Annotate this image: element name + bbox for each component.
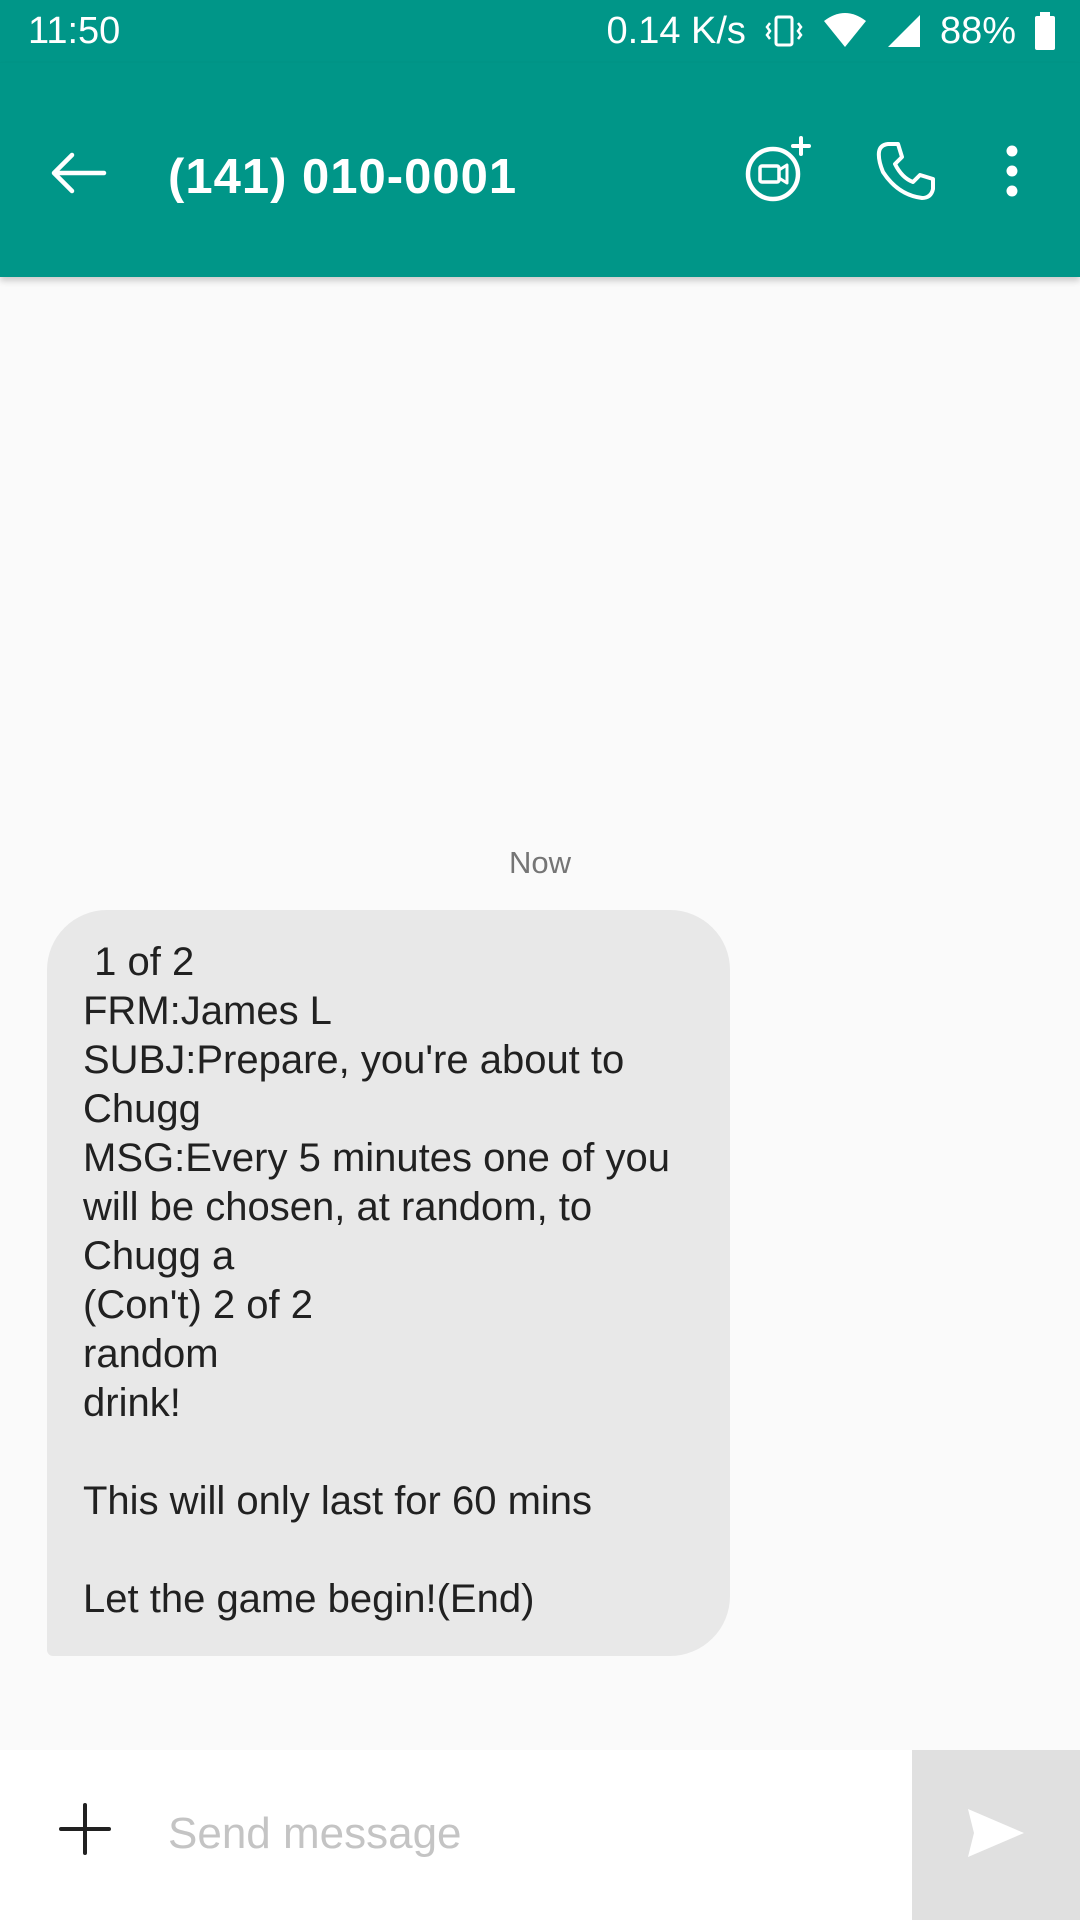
status-indicators: 0.14 K/s 88% [607,8,1056,54]
network-speed: 0.14 K/s [606,9,746,52]
incoming-message-bubble[interactable]: 1 of 2 FRM:James L SUBJ:Prepare, you're … [47,910,730,1656]
more-vert-icon [1004,143,1020,204]
video-call-add-icon [741,134,813,211]
back-button[interactable] [30,127,126,223]
wifi-icon [822,11,868,51]
cell-signal-icon [886,11,922,51]
message-input[interactable] [168,1798,888,1870]
send-icon [966,1807,1026,1864]
battery-icon [1034,11,1056,51]
message-timestamp: Now [508,845,571,880]
add-icon [58,1802,112,1861]
phone-icon [874,139,938,208]
vibrate-icon [764,11,804,51]
status-bar: 11:50 0.14 K/s 88% [0,0,1080,63]
more-options-button[interactable] [984,125,1040,221]
app-bar: (141) 010-0001 [0,63,1080,277]
send-button[interactable] [912,1750,1080,1920]
phone-call-button[interactable] [858,125,954,221]
add-attachment-button[interactable] [42,1788,128,1874]
conversation-title: (141) 010-0001 [168,150,518,204]
video-call-button[interactable] [726,121,828,223]
back-arrow-icon [48,151,108,200]
battery-percent: 88% [939,9,1016,52]
status-time: 11:50 [28,10,121,52]
compose-bar [0,1750,1080,1920]
